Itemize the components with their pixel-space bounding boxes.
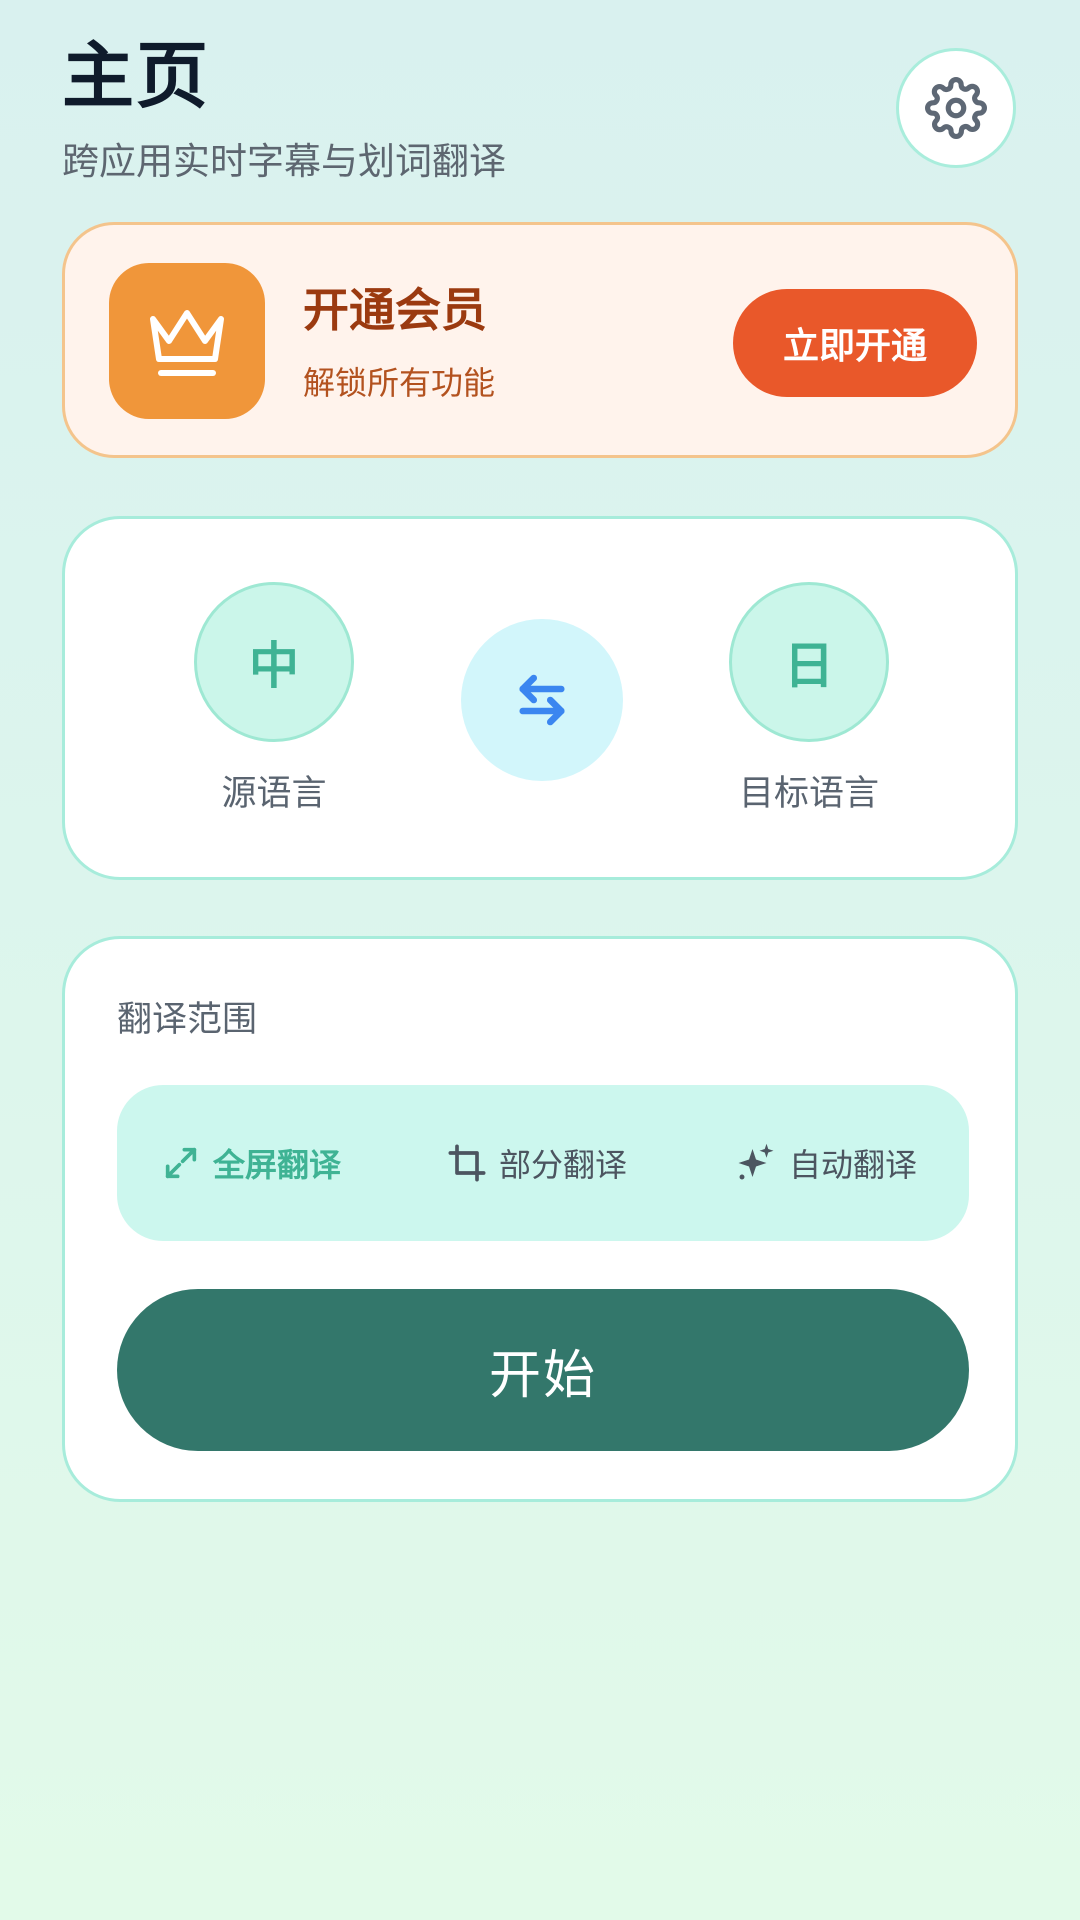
segment-label: 自动翻译 <box>789 1146 918 1184</box>
page-subtitle: 跨应用实时字幕与划词翻译 <box>62 140 506 183</box>
activate-membership-button[interactable]: 立即开通 <box>733 289 977 397</box>
translation-range-card: 翻译范围 全屏翻译 部分翻译 自动翻译 开始 <box>62 936 1018 1502</box>
start-button-label: 开始 <box>488 1345 597 1406</box>
source-language-code: 中 <box>249 637 299 695</box>
segment-fullscreen-translate[interactable]: 全屏翻译 <box>161 1085 341 1241</box>
range-title: 翻译范围 <box>117 1000 258 1040</box>
crown-icon <box>150 310 224 376</box>
target-language-button[interactable]: 日 <box>729 582 889 742</box>
segment-auto-translate[interactable]: 自动翻译 <box>735 1085 917 1241</box>
target-language-label: 目标语言 <box>738 774 879 814</box>
membership-card[interactable]: 开通会员 解锁所有功能 立即开通 <box>62 222 1018 458</box>
page-title: 主页 <box>62 34 211 118</box>
segment-label: 全屏翻译 <box>213 1146 342 1184</box>
settings-button[interactable] <box>896 48 1016 168</box>
membership-title: 开通会员 <box>303 283 487 337</box>
range-segmented-control: 全屏翻译 部分翻译 自动翻译 <box>117 1085 969 1241</box>
sparkle-icon <box>738 1143 774 1180</box>
crown-tile <box>109 263 265 419</box>
swap-arrows-icon <box>519 674 565 726</box>
start-button[interactable]: 开始 <box>117 1289 969 1451</box>
segment-partial-translate[interactable]: 部分翻译 <box>447 1085 627 1241</box>
source-language-button[interactable]: 中 <box>194 582 354 742</box>
target-language-code: 日 <box>784 637 834 695</box>
swap-languages-button[interactable] <box>461 619 623 781</box>
source-language-label: 源语言 <box>221 774 327 814</box>
language-card: 中 源语言 日 目标语言 <box>62 516 1018 880</box>
membership-subtitle: 解锁所有功能 <box>303 364 496 402</box>
gear-icon <box>925 77 987 139</box>
segment-label: 部分翻译 <box>499 1146 628 1184</box>
expand-icon <box>165 1147 197 1179</box>
crop-icon <box>448 1144 486 1182</box>
